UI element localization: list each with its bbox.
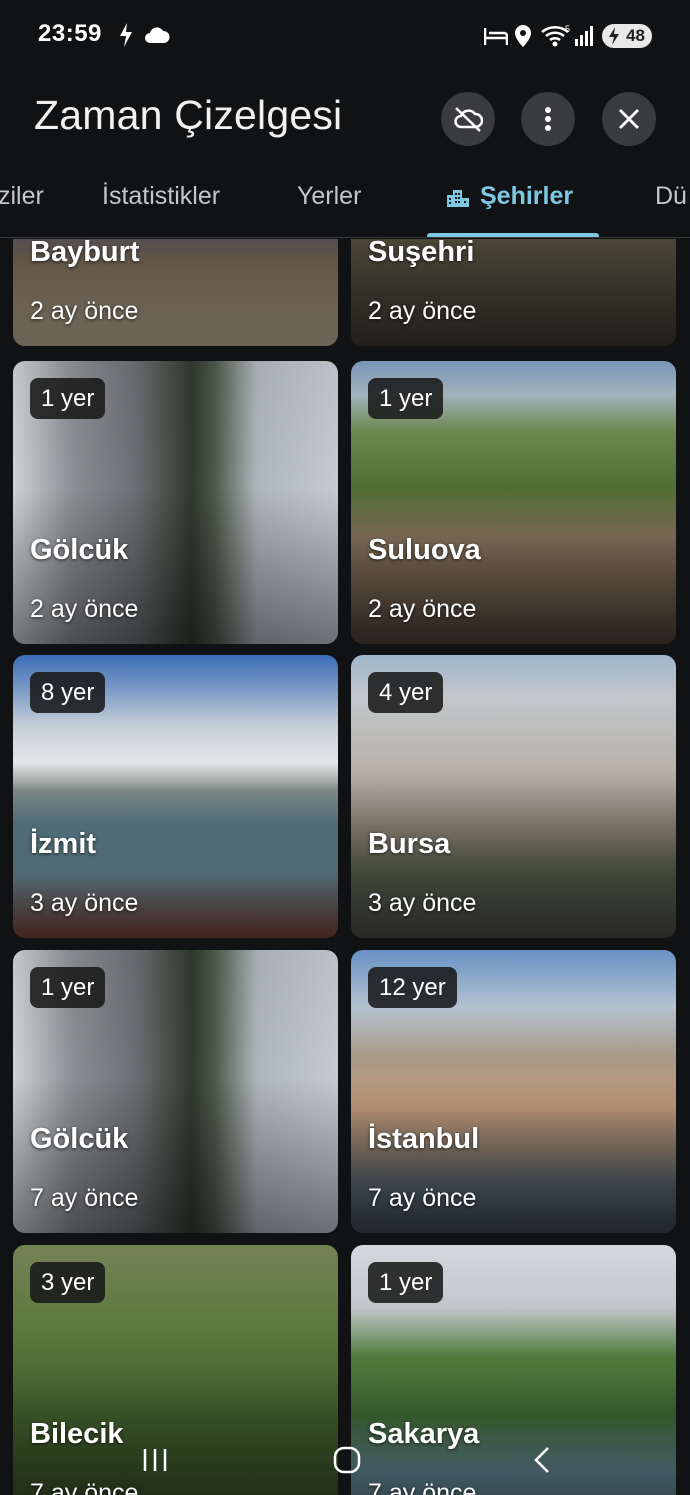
tab-partial-right[interactable]: Dü	[655, 182, 687, 211]
cloud-off-button[interactable]	[441, 92, 495, 146]
place-count-badge: 8 yer	[30, 672, 106, 713]
place-count-badge: 12 yer	[368, 967, 457, 1008]
back-icon	[534, 1447, 549, 1473]
cloud-off-icon	[454, 107, 483, 132]
wifi-icon: 5	[540, 24, 572, 53]
city-name: İstanbul	[368, 1123, 480, 1155]
recents-button[interactable]	[133, 1438, 177, 1482]
city-time: 3 ay önce	[30, 889, 139, 917]
city-name: Bursa	[368, 828, 451, 860]
city-grid: Bayburt 2 ay önce Suşehri 2 ay önce 1 ye…	[0, 239, 690, 1495]
city-card[interactable]: Suşehri 2 ay önce	[351, 239, 676, 346]
place-count-badge: 1 yer	[368, 1262, 444, 1303]
city-name: Suluova	[368, 534, 481, 566]
place-count-badge: 1 yer	[30, 967, 106, 1008]
close-icon	[619, 109, 639, 129]
signal-icon	[574, 25, 596, 52]
tab-bar: ziler İstatistikler Yerler Şehirler Dü	[0, 164, 690, 238]
place-count-badge: 1 yer	[30, 378, 106, 419]
more-options-button[interactable]	[521, 92, 575, 146]
city-time: 2 ay önce	[368, 297, 477, 325]
back-button[interactable]	[520, 1438, 564, 1482]
battery-level: 48	[626, 26, 645, 45]
city-name: Gölcük	[30, 534, 129, 566]
status-time: 23:59	[38, 20, 102, 47]
status-bar: 23:59 5 48	[0, 0, 690, 72]
page-title: Zaman Çizelgesi	[34, 92, 343, 138]
tab-partial-left[interactable]: ziler	[0, 182, 44, 211]
city-card[interactable]: Bayburt 2 ay önce	[13, 239, 338, 346]
city-time: 3 ay önce	[368, 889, 477, 917]
city-time: 7 ay önce	[30, 1184, 139, 1212]
place-count-badge: 3 yer	[30, 1262, 106, 1303]
city-name: Suşehri	[368, 239, 475, 268]
city-time: 7 ay önce	[368, 1184, 477, 1212]
city-card[interactable]: 1 yer Suluova 2 ay önce	[351, 361, 676, 644]
tab-cities[interactable]: Şehirler	[446, 182, 573, 211]
close-button[interactable]	[602, 92, 656, 146]
city-card[interactable]: 1 yer Gölcük 2 ay önce	[13, 361, 338, 644]
bed-icon	[483, 26, 509, 51]
svg-text:5: 5	[565, 24, 570, 34]
city-time: 2 ay önce	[30, 297, 139, 325]
city-icon	[447, 189, 469, 207]
flash-icon	[118, 22, 134, 53]
place-count-badge: 1 yer	[368, 378, 444, 419]
city-time: 2 ay önce	[368, 595, 477, 623]
city-card[interactable]: 4 yer Bursa 3 ay önce	[351, 655, 676, 938]
city-name: Gölcük	[30, 1123, 129, 1155]
place-count-badge: 4 yer	[368, 672, 444, 713]
tab-places[interactable]: Yerler	[297, 182, 361, 211]
city-card[interactable]: 8 yer İzmit 3 ay önce	[13, 655, 338, 938]
cloud-icon	[144, 26, 170, 49]
battery-icon: 48	[602, 24, 652, 48]
city-name: İzmit	[30, 828, 97, 860]
active-tab-indicator	[427, 233, 599, 237]
home-button[interactable]	[325, 1438, 369, 1482]
city-card[interactable]: 12 yer İstanbul 7 ay önce	[351, 950, 676, 1233]
city-card[interactable]: 1 yer Gölcük 7 ay önce	[13, 950, 338, 1233]
tab-statistics[interactable]: İstatistikler	[102, 182, 220, 211]
app-header: Zaman Çizelgesi	[0, 72, 690, 164]
city-name: Bayburt	[30, 239, 140, 268]
city-time: 2 ay önce	[30, 595, 139, 623]
more-vert-icon	[545, 107, 551, 131]
location-icon	[514, 24, 532, 53]
system-nav-bar	[0, 1430, 690, 1495]
home-icon	[333, 1446, 361, 1474]
recents-icon	[143, 1449, 167, 1471]
